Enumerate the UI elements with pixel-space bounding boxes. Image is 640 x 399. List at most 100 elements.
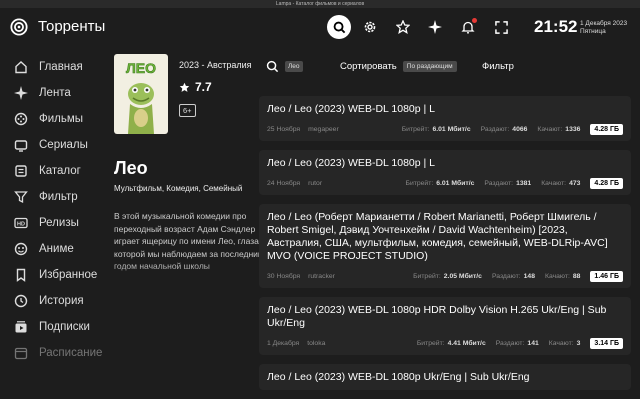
torrent-title: Лео / Leo (2023) WEB-DL 1080p | L <box>267 157 435 169</box>
sidebar-item-label: Лента <box>39 87 71 99</box>
bitrate-label: Битрейт: <box>413 273 441 280</box>
sidebar-item-catalog[interactable]: Каталог <box>0 158 110 184</box>
bitrate-label: Битрейт: <box>416 340 445 347</box>
sort-label: Сортировать <box>340 61 397 72</box>
sidebar-item-favorites[interactable]: Избранное <box>0 262 110 288</box>
bookmark-icon <box>14 268 28 282</box>
movie-poster[interactable]: ЛЕО <box>114 54 168 134</box>
fullscreen-button[interactable] <box>490 16 512 38</box>
leechers-label: Качают: <box>544 273 570 280</box>
seeders-value: 141 <box>527 340 539 347</box>
seeders-label: Раздают: <box>480 126 510 133</box>
torrent-item[interactable]: Лео / Leo (2023) WEB-DL 1080p | L 25 Ноя… <box>259 96 631 141</box>
torrent-tracker: toloka <box>307 340 326 347</box>
leechers-label: Качают: <box>537 126 563 133</box>
svg-text:ЛЕО: ЛЕО <box>126 60 156 76</box>
search-icon <box>266 60 279 73</box>
notifications-button[interactable] <box>457 16 479 38</box>
torrent-filter-bar: Лео Сортировать По раздающим Фильтр <box>262 56 632 78</box>
movie-poster-image: ЛЕО <box>114 54 168 134</box>
torrent-info: 1 Декабря toloka Битрейт: 4.41 Мбит/с Раз… <box>267 338 623 349</box>
sidebar-item-subscriptions[interactable]: Подписки <box>0 314 110 340</box>
sidebar-item-filter[interactable]: Фильтр <box>0 184 110 210</box>
favorites-button[interactable] <box>392 16 414 38</box>
bitrate-label: Битрейт: <box>401 126 430 133</box>
torrent-title: Лео / Leo (2023) WEB-DL 1080p Ukr/Eng | … <box>267 371 530 383</box>
sidebar-item-label: Избранное <box>39 269 98 281</box>
bitrate-value: 2.05 Мбит/с <box>443 273 482 280</box>
bitrate-value: 4.41 Мбит/с <box>447 340 486 347</box>
search-button[interactable] <box>327 15 351 39</box>
seeders-label: Раздают: <box>495 340 525 347</box>
search-filter[interactable]: Лео <box>266 60 303 73</box>
bitrate-label: Битрейт: <box>405 180 434 187</box>
sparkle-icon <box>14 86 28 100</box>
seeders-value: 1381 <box>516 180 532 187</box>
sidebar-item-schedule[interactable]: Расписание <box>0 340 110 366</box>
sidebar-item-label: Аниме <box>39 243 74 255</box>
home-icon <box>14 60 28 74</box>
filter-button[interactable]: Фильтр <box>482 61 514 72</box>
seeders-label: Раздают: <box>484 180 514 187</box>
leechers-value: 473 <box>569 180 581 187</box>
search-icon <box>333 21 345 33</box>
torrent-info: 24 Ноября rutor Битрейт: 6.01 Мбит/с Разд… <box>267 178 623 189</box>
sidebar: Главная Лента Фильмы Сериалы Каталог Фил… <box>0 54 110 366</box>
seeders-label: Раздают: <box>491 273 521 280</box>
gear-icon <box>364 21 376 33</box>
film-icon <box>14 112 28 126</box>
sidebar-item-label: Сериалы <box>39 139 88 151</box>
filter-icon <box>14 190 28 204</box>
torrent-date: 24 Ноября <box>267 180 301 187</box>
torrent-list: Лео / Leo (2023) WEB-DL 1080p | L 25 Ноя… <box>259 96 631 399</box>
premium-button[interactable] <box>424 16 446 38</box>
leechers-value: 1336 <box>565 126 581 133</box>
torrent-title: Лео / Leo (Роберт Марианетти / Robert Ma… <box>267 211 608 262</box>
seeders-value: 4066 <box>512 126 528 133</box>
sort-button[interactable]: Сортировать По раздающим <box>340 61 457 72</box>
sidebar-item-label: Расписание <box>39 347 103 359</box>
sidebar-item-history[interactable]: История <box>0 288 110 314</box>
size-badge: 3.14 ГБ <box>590 338 623 349</box>
torrent-date: 25 Ноября <box>267 126 301 133</box>
history-icon <box>14 294 28 308</box>
weekday-line: Пятница <box>580 28 606 35</box>
sidebar-item-label: Релизы <box>39 217 79 229</box>
leechers-label: Качают: <box>548 340 574 347</box>
search-query-tag: Лео <box>285 61 303 72</box>
torrent-item[interactable]: Лео / Leo (Роберт Марианетти / Robert Ma… <box>259 204 631 288</box>
movie-rating: 7.7 <box>179 80 212 94</box>
anime-icon <box>14 242 28 256</box>
settings-button[interactable] <box>359 16 381 38</box>
torrent-date: 1 Декабря <box>267 340 300 347</box>
page-title: Торренты <box>38 18 106 35</box>
torrent-item[interactable]: Лео / Leo (2023) WEB-DL 1080p | L 24 Ноя… <box>259 150 631 195</box>
movie-genres: Мультфильм, Комедия, Семейный <box>114 184 243 193</box>
sort-value-tag: По раздающим <box>402 61 457 72</box>
bitrate-value: 6.01 Мбит/с <box>436 180 475 187</box>
notification-badge <box>472 18 477 23</box>
sidebar-item-releases[interactable]: HD Релизы <box>0 210 110 236</box>
calendar-icon <box>14 346 28 360</box>
leechers-value: 88 <box>572 273 581 280</box>
sidebar-item-anime[interactable]: Аниме <box>0 236 110 262</box>
sidebar-item-movies[interactable]: Фильмы <box>0 106 110 132</box>
torrent-tracker: rutor <box>308 180 323 187</box>
sidebar-item-label: Каталог <box>39 165 81 177</box>
sidebar-item-home[interactable]: Главная <box>0 54 110 80</box>
size-badge: 4.28 ГБ <box>590 178 623 189</box>
sidebar-item-series[interactable]: Сериалы <box>0 132 110 158</box>
movie-title: Лео <box>114 158 148 178</box>
catalog-icon <box>14 164 28 178</box>
age-rating-badge: 6+ <box>179 104 196 117</box>
date-display: 1 Декабря 2023 Пятница <box>580 20 627 36</box>
sidebar-item-feed[interactable]: Лента <box>0 80 110 106</box>
sidebar-item-label: Фильтр <box>39 191 78 203</box>
star-icon <box>179 82 190 92</box>
torrent-item[interactable]: Лео / Leo (2023) WEB-DL 1080p HDR Dolby … <box>259 297 631 355</box>
date-line: 1 Декабря 2023 <box>580 20 628 27</box>
torrent-item[interactable]: Лео / Leo (2023) WEB-DL 1080p Ukr/Eng | … <box>259 364 631 390</box>
clock: 21:52 <box>534 17 578 36</box>
svg-text:HD: HD <box>17 222 25 228</box>
torrent-tracker: megapeer <box>308 126 339 133</box>
